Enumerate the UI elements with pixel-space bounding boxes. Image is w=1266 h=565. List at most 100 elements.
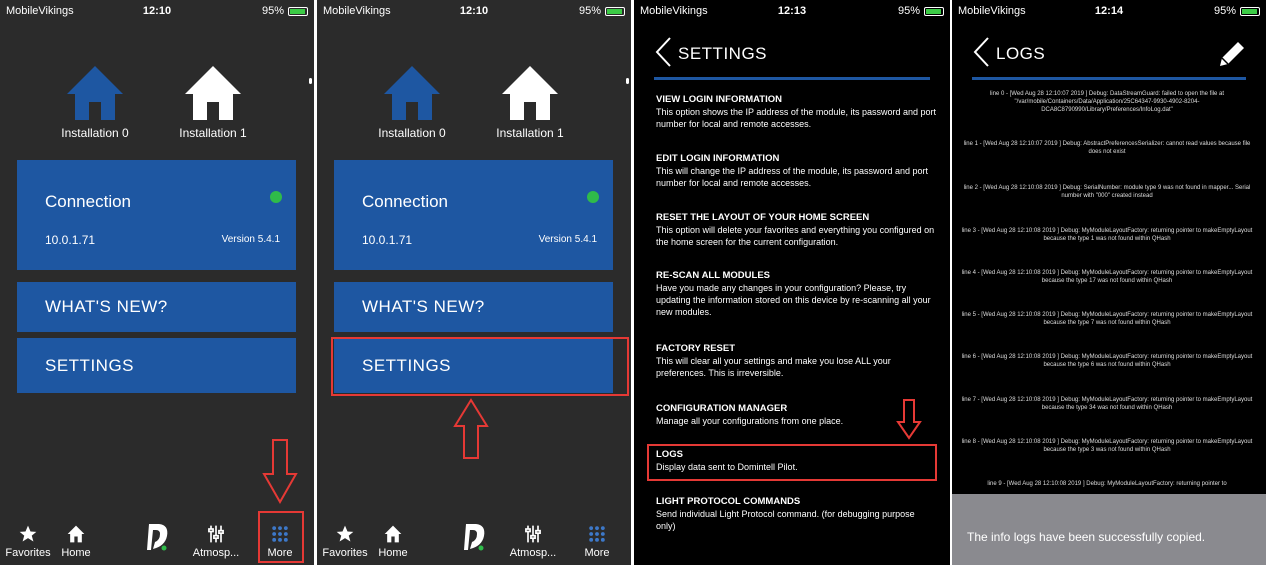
clock: 12:14: [1095, 5, 1123, 17]
whats-new-button[interactable]: WHAT'S NEW?: [17, 282, 296, 332]
whats-new-label: WHAT'S NEW?: [45, 297, 168, 317]
tab-home[interactable]: Home: [365, 524, 421, 559]
house-white-icon: [181, 62, 245, 122]
page-indicator: [626, 78, 629, 84]
log-entry: line 5 - [Wed Aug 28 12:10:08 2019 ] Deb…: [958, 311, 1256, 327]
battery-percent: 95%: [579, 5, 601, 17]
clock: 12:13: [778, 5, 806, 17]
connection-version: Version 5.4.1: [539, 234, 597, 245]
carrier-label: MobileVikings: [640, 5, 708, 17]
tab-domintell[interactable]: [130, 522, 186, 555]
carrier-label: MobileVikings: [323, 5, 391, 17]
settings-item-desc: This will clear all your settings and ma…: [656, 356, 891, 378]
arrow-down-icon: [262, 438, 298, 504]
connection-status-dot: [587, 191, 599, 203]
settings-screen: MobileVikings 12:13 95% SETTINGS VIEW LO…: [634, 0, 950, 565]
installation-0[interactable]: Installation 0: [347, 62, 477, 140]
log-entry: line 0 - [Wed Aug 28 12:10:07 2019 ] Deb…: [958, 90, 1256, 114]
installation-label: Installation 0: [30, 126, 160, 140]
settings-button[interactable]: SETTINGS: [17, 338, 296, 393]
installation-0[interactable]: Installation 0: [30, 62, 160, 140]
clock: 12:10: [460, 5, 488, 17]
settings-label: SETTINGS: [45, 356, 134, 376]
tab-bar: Favorites Home Atmosp... More: [317, 510, 631, 565]
connection-card[interactable]: Connection 10.0.1.71 Version 5.4.1: [334, 160, 613, 270]
home-icon: [66, 524, 86, 544]
back-chevron-icon[interactable]: [654, 36, 672, 68]
status-right: 95%: [579, 5, 625, 17]
title-underline: [654, 77, 930, 80]
settings-item-title: CONFIGURATION MANAGER: [656, 403, 890, 415]
settings-item-reset-layout[interactable]: RESET THE LAYOUT OF YOUR HOME SCREEN Thi…: [656, 212, 936, 248]
connection-ip: 10.0.1.71: [45, 233, 95, 247]
whats-new-button[interactable]: WHAT'S NEW?: [334, 282, 613, 332]
installation-label: Installation 1: [148, 126, 278, 140]
title-underline: [972, 77, 1246, 80]
battery-percent: 95%: [898, 5, 920, 17]
highlight-box: [331, 337, 629, 396]
highlight-box: [258, 511, 304, 563]
log-entry: line 2 - [Wed Aug 28 12:10:08 2019 ] Deb…: [958, 184, 1256, 200]
settings-item-factory-reset[interactable]: FACTORY RESET This will clear all your s…: [656, 343, 936, 379]
grid-dots-icon: [587, 524, 607, 544]
settings-item-title: FACTORY RESET: [656, 343, 936, 355]
domintell-logo-icon: [145, 522, 171, 552]
connection-title: Connection: [362, 192, 448, 212]
settings-item-title: EDIT LOGIN INFORMATION: [656, 153, 936, 165]
tab-label: Home: [365, 547, 421, 559]
back-chevron-icon[interactable]: [972, 36, 990, 68]
installation-label: Installation 1: [465, 126, 595, 140]
tab-domintell[interactable]: [447, 522, 503, 555]
connection-card[interactable]: Connection 10.0.1.71 Version 5.4.1: [17, 160, 296, 270]
status-right: 95%: [1214, 5, 1260, 17]
battery-icon: [924, 7, 944, 16]
settings-item-title: RESET THE LAYOUT OF YOUR HOME SCREEN: [656, 212, 936, 224]
tab-atmosphere[interactable]: Atmosp...: [505, 524, 561, 559]
connection-ip: 10.0.1.71: [362, 233, 412, 247]
installation-label: Installation 0: [347, 126, 477, 140]
settings-item-desc: Send individual Light Protocol command. …: [656, 509, 915, 531]
settings-item-config-manager[interactable]: CONFIGURATION MANAGER Manage all your co…: [656, 403, 890, 427]
settings-item-edit-login[interactable]: EDIT LOGIN INFORMATION This will change …: [656, 153, 936, 189]
carrier-label: MobileVikings: [958, 5, 1026, 17]
house-blue-icon: [380, 62, 444, 122]
settings-item-title: VIEW LOGIN INFORMATION: [656, 94, 936, 106]
connection-title: Connection: [45, 192, 131, 212]
tab-more[interactable]: More: [569, 524, 625, 559]
connection-version: Version 5.4.1: [222, 234, 280, 245]
page-indicator: [309, 78, 312, 84]
battery-icon: [288, 7, 308, 16]
status-right: 95%: [262, 5, 308, 17]
log-entry: line 4 - [Wed Aug 28 12:10:08 2019 ] Deb…: [958, 269, 1256, 285]
status-bar: MobileVikings 12:10 95%: [0, 0, 314, 22]
settings-item-light-protocol[interactable]: LIGHT PROTOCOL COMMANDS Send individual …: [656, 496, 936, 532]
battery-icon: [605, 7, 625, 16]
house-blue-icon: [63, 62, 127, 122]
installation-1[interactable]: Installation 1: [148, 62, 278, 140]
log-entry: line 6 - [Wed Aug 28 12:10:08 2019 ] Deb…: [958, 353, 1256, 369]
house-white-icon: [498, 62, 562, 122]
highlight-box: [647, 444, 937, 481]
installation-1[interactable]: Installation 1: [465, 62, 595, 140]
tab-label: Home: [48, 547, 104, 559]
tab-label: Atmosp...: [188, 547, 244, 559]
tab-home[interactable]: Home: [48, 524, 104, 559]
pencil-icon[interactable]: [1216, 38, 1248, 70]
home-screen-settings: MobileVikings 12:10 95% Installation 0 I…: [317, 0, 631, 565]
home-icon: [383, 524, 403, 544]
arrow-down-icon: [896, 398, 922, 440]
home-screen-more: MobileVikings 12:10 95% Installation 0 I…: [0, 0, 314, 565]
status-bar: MobileVikings 12:10 95%: [317, 0, 631, 22]
star-icon: [18, 524, 38, 544]
settings-item-view-login[interactable]: VIEW LOGIN INFORMATION This option shows…: [656, 94, 936, 130]
log-entry: line 3 - [Wed Aug 28 12:10:08 2019 ] Deb…: [958, 227, 1256, 243]
settings-item-desc: Have you made any changes in your config…: [656, 283, 931, 317]
logs-screen: MobileVikings 12:14 95% LOGS line 0 - [W…: [952, 0, 1266, 565]
whats-new-label: WHAT'S NEW?: [362, 297, 485, 317]
settings-item-rescan[interactable]: RE-SCAN ALL MODULES Have you made any ch…: [656, 270, 936, 318]
settings-item-desc: This will change the IP address of the m…: [656, 166, 928, 188]
page-title: LOGS: [996, 44, 1045, 64]
tab-atmosphere[interactable]: Atmosp...: [188, 524, 244, 559]
battery-percent: 95%: [1214, 5, 1236, 17]
settings-item-title: LIGHT PROTOCOL COMMANDS: [656, 496, 936, 508]
